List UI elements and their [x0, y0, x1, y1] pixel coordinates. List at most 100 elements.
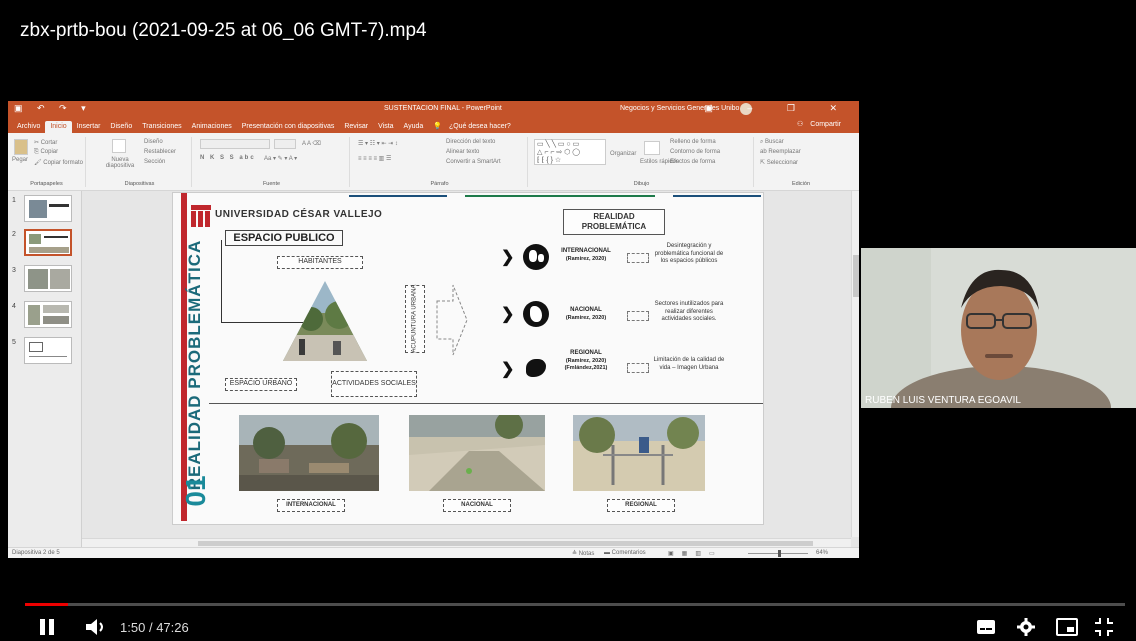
espacio-publico-title: ESPACIO PUBLICO	[225, 230, 343, 246]
find-button[interactable]: ⌕ Buscar	[760, 139, 784, 146]
copy-button[interactable]: ⎘ Copiar	[34, 149, 58, 156]
slide-thumbnail-1[interactable]	[24, 195, 72, 222]
new-slide-button[interactable]: Nueva diapositiva	[100, 157, 140, 169]
font-family-select[interactable]	[200, 139, 270, 149]
slide-thumbnail-3[interactable]	[24, 265, 72, 292]
thumb-number: 5	[12, 339, 16, 346]
list-buttons[interactable]: ☰ ▾ ☷ ▾ ⇤ ⇥ ↕	[358, 140, 398, 147]
pause-icon	[40, 619, 54, 635]
shape-outline-button[interactable]: Contorno de forma	[670, 149, 720, 155]
scroll-thumb[interactable]	[198, 541, 813, 546]
acupuntura-label: ACUPUNTURA URBANA	[411, 284, 418, 354]
university-name: UNIVERSIDAD CÉSAR VALLEJO	[215, 209, 383, 220]
smartart-button[interactable]: Convertir a SmartArt	[446, 159, 501, 165]
menu-archivo[interactable]: Archivo	[12, 123, 45, 133]
notes-button[interactable]: ≜ Notas	[572, 550, 594, 557]
progress-played	[25, 603, 68, 606]
menu-inicio[interactable]: Inicio	[45, 121, 72, 133]
cut-button[interactable]: ✂ Cortar	[34, 139, 57, 146]
divider	[209, 403, 763, 404]
quick-styles-icon[interactable]	[644, 141, 660, 155]
slide-thumbnail-5[interactable]	[24, 337, 72, 364]
slide-thumbnails-pane[interactable]: 1 2 3 4 5	[8, 191, 82, 547]
world-map-icon	[523, 244, 549, 270]
section-button[interactable]: Sección	[144, 159, 165, 165]
align-text-button[interactable]: Alinear texto	[446, 149, 479, 155]
new-slide-icon[interactable]	[112, 139, 126, 153]
shape-effects-button[interactable]: Efectos de forma	[670, 159, 715, 165]
volume-button[interactable]	[84, 617, 108, 641]
align-buttons[interactable]: ≡ ≡ ≡ ≡ ▥ ☰	[358, 155, 391, 162]
subtitles-button[interactable]	[976, 619, 996, 640]
text-direction-button[interactable]: Dirección del texto	[446, 139, 495, 145]
dashed-arrow-icon	[627, 363, 649, 373]
row-internacional-label: INTERNACIONAL (Ramirez, 2020)	[553, 248, 619, 263]
menu-ayuda[interactable]: Ayuda	[399, 123, 429, 133]
label-regional: REGIONAL	[607, 499, 675, 512]
menu-transiciones[interactable]: Transiciones	[137, 123, 186, 133]
row-source: (Ramirez, 2020) (Fmlández,2021)	[564, 357, 608, 371]
pause-button[interactable]	[38, 617, 56, 641]
settings-icon	[1017, 618, 1035, 636]
comments-button[interactable]: ▬ Comentarios	[604, 550, 646, 556]
group-label-font: Fuente	[262, 181, 281, 187]
participant-video	[861, 248, 1136, 408]
row-regional-label: REGIONAL (Ramirez, 2020) (Fmlández,2021)	[551, 350, 621, 372]
settings-button[interactable]	[1016, 617, 1036, 641]
current-time: 1:50	[120, 620, 146, 635]
shape-fill-button[interactable]: Relleno de forma	[670, 139, 716, 145]
slide-thumbnail-2[interactable]	[24, 229, 72, 256]
comments-label: Comentarios	[611, 550, 646, 556]
row-label: NACIONAL	[570, 307, 602, 313]
section-number-text: 01	[180, 475, 211, 507]
vertical-scrollbar[interactable]	[851, 191, 859, 537]
actividades-sociales-box: ACTIVIDADES SOCIALES	[331, 371, 417, 397]
quick-access-toolbar[interactable]: ▣ ↶ ↷ ▾	[14, 103, 92, 114]
progress-bar[interactable]	[25, 603, 1125, 606]
row-source: (Ramirez, 2020)	[565, 314, 607, 321]
window-controls[interactable]: ▣ – ❐ ✕	[704, 103, 853, 114]
menu-diseno[interactable]: Diseño	[105, 123, 137, 133]
font-style-buttons[interactable]: N K S S abc	[200, 155, 256, 161]
photo-internacional	[239, 415, 379, 491]
menu-animaciones[interactable]: Animaciones	[187, 123, 237, 133]
font-color-buttons[interactable]: Aa ▾ ✎ ▾ A ▾	[264, 155, 297, 162]
slide-thumbnail-4[interactable]	[24, 301, 72, 328]
miniplayer-button[interactable]	[1056, 618, 1078, 641]
arrange-button[interactable]: Organizar	[610, 151, 636, 157]
view-buttons[interactable]: ▣▦▥▭	[668, 550, 723, 557]
paste-icon[interactable]	[14, 139, 28, 155]
notes-label: Notas	[578, 551, 595, 557]
font-size-buttons[interactable]: A A ⌫	[302, 140, 321, 147]
slide-canvas[interactable]: REALIDAD PROBLEMÁTICA 01 UNIVERSIDAD CÉS…	[172, 192, 764, 525]
triangle-photo	[283, 281, 367, 361]
zoom-knob[interactable]	[778, 550, 781, 557]
menu-revisar[interactable]: Revisar	[339, 123, 373, 133]
layout-button[interactable]: Diseño	[144, 139, 163, 145]
powerpoint-window: ▣ ↶ ↷ ▾ SUSTENTACION FINAL - PowerPoint …	[8, 101, 859, 558]
chevron-right-icon: ❯	[501, 249, 515, 266]
vertical-title-text: REALIDAD PROBLEMÁTICA	[185, 239, 204, 491]
exit-fullscreen-button[interactable]	[1094, 617, 1114, 641]
select-button[interactable]: ⇱ Seleccionar	[760, 159, 798, 166]
big-right-arrow-icon	[436, 284, 468, 356]
replace-button[interactable]: ab Reemplazar	[760, 149, 801, 155]
row-regional-desc: Limitación de la calidad de vida – Image…	[653, 357, 725, 371]
ribbon-group-clipboard: Pegar ✂ Cortar ⎘ Copiar 🖌 Copiar formato…	[8, 137, 86, 187]
reset-button[interactable]: Restablecer	[144, 149, 176, 155]
horizontal-scrollbar[interactable]	[82, 538, 851, 547]
scroll-thumb[interactable]	[853, 255, 859, 297]
share-button[interactable]: ⚇ Compartir	[792, 120, 851, 131]
copy-label: Copiar	[40, 149, 59, 155]
menu-vista[interactable]: Vista	[373, 123, 398, 133]
menu-insertar[interactable]: Insertar	[72, 123, 106, 133]
format-painter-button[interactable]: 🖌 Copiar formato	[34, 159, 83, 166]
slide-topbar	[465, 195, 655, 197]
ribbon-group-drawing: ▭ ╲ ╲ ▭ ○ ▭ △ ⌐ ⌐ ⇨ ⬡ ◯ ⁅ ⁅ { } ☆ Organiza…	[530, 137, 754, 187]
tell-me-search[interactable]: 💡 ¿Qué desea hacer?	[428, 122, 521, 133]
font-size-select[interactable]	[274, 139, 296, 149]
paste-button[interactable]: Pegar	[12, 157, 28, 163]
shapes-gallery[interactable]: ▭ ╲ ╲ ▭ ○ ▭ △ ⌐ ⌐ ⇨ ⬡ ◯ ⁅ ⁅ { } ☆	[534, 139, 606, 165]
menu-presentacion[interactable]: Presentación con diapositivas	[237, 123, 340, 133]
dashed-arrow-icon	[627, 253, 649, 263]
